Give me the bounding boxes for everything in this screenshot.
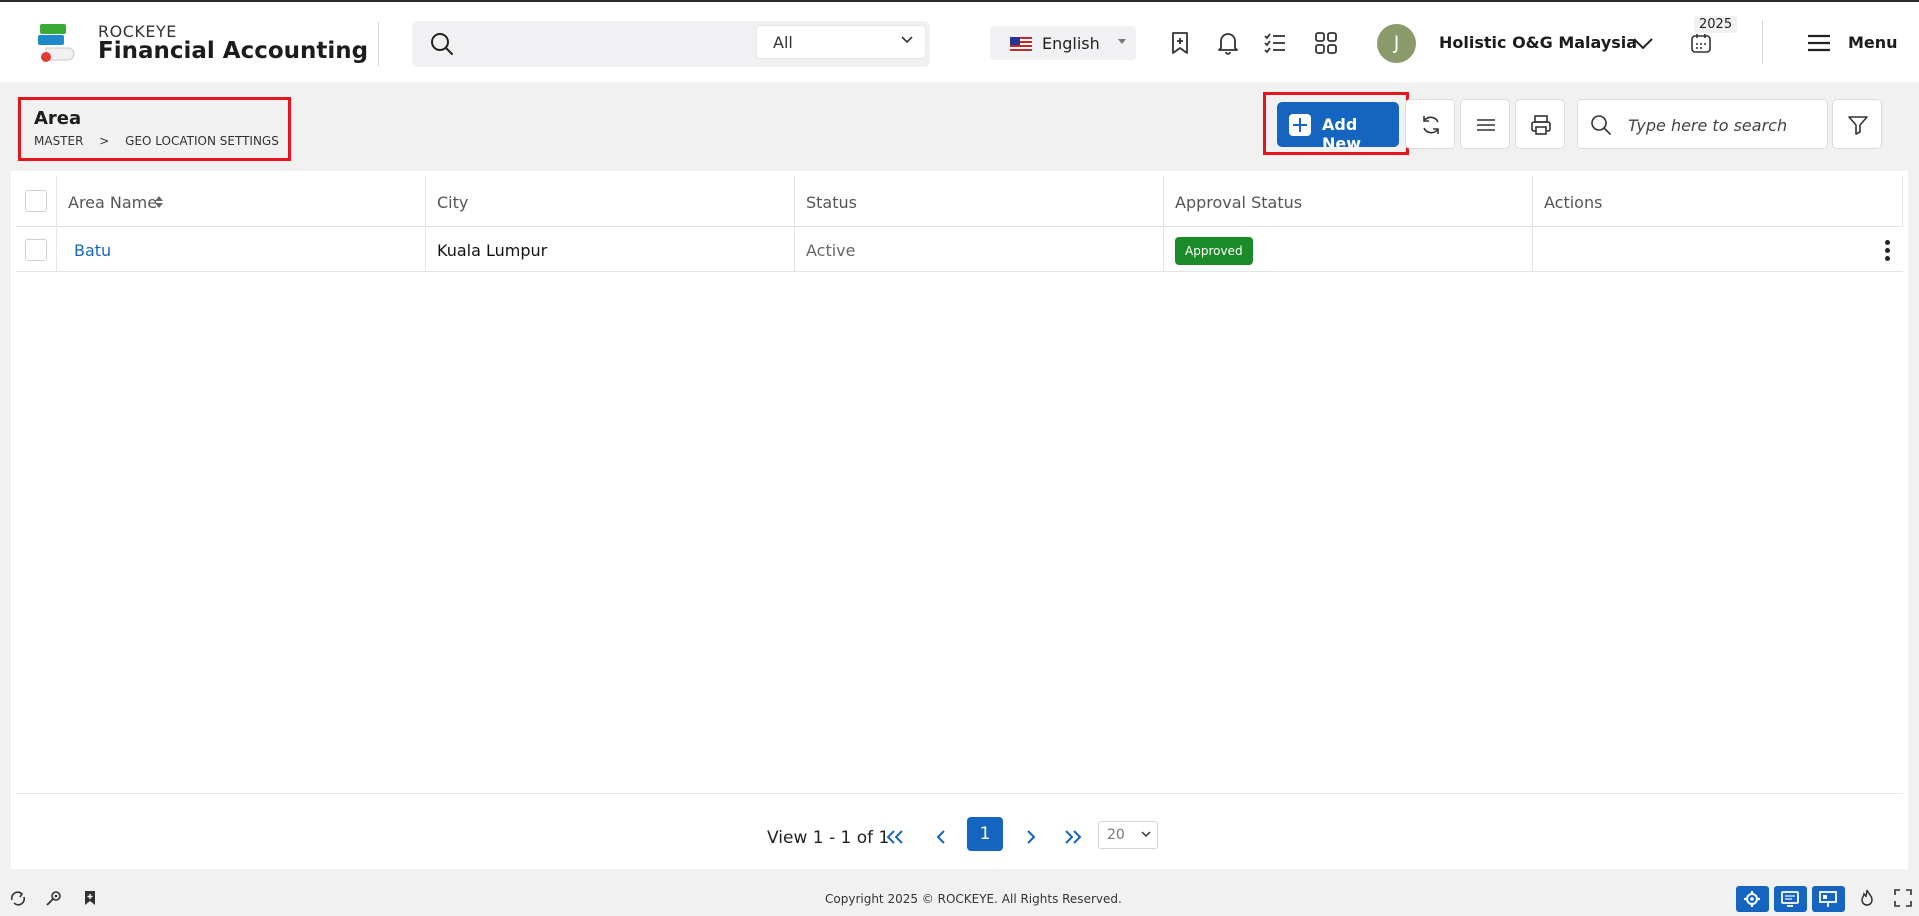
gear-icon [1744,891,1760,907]
column-label: Area Name [68,193,158,212]
search-icon [431,33,453,55]
row-select-cell [16,228,57,272]
chevron-down-icon[interactable] [1632,34,1654,52]
add-new-button[interactable]: Add New [1277,102,1399,153]
column-header-approval-status[interactable]: Approval Status [1164,176,1533,227]
search-icon [1591,115,1611,135]
pager-divider [16,793,1903,794]
column-label: Actions [1544,193,1603,212]
caret-down-icon [1118,39,1126,44]
refresh-icon [1423,116,1439,134]
us-flag-icon [1010,37,1032,52]
page-heading: Area MASTER > GEO LOCATION SETTINGS [18,97,291,161]
header-divider [1762,20,1763,64]
top-header: ROCKEYE Financial Accounting All English [0,0,1919,82]
column-label: Approval Status [1175,193,1303,212]
area-name-link[interactable]: Batu [74,241,111,260]
monitor-icon [1781,891,1799,907]
display-button[interactable] [1774,886,1807,912]
select-all-cell [16,176,57,227]
column-header-actions: Actions [1533,176,1903,227]
breadcrumb-master[interactable]: MASTER [34,134,83,148]
column-header-status[interactable]: Status [795,176,1164,227]
breadcrumb: MASTER > GEO LOCATION SETTINGS [34,134,291,148]
cell-area-name: Batu [57,228,426,272]
header-divider [378,22,379,66]
column-header-area-name[interactable]: Area Name [57,176,426,227]
printer-icon [1531,115,1551,135]
table-search[interactable] [1577,99,1828,149]
pagination-info: View 1 - 1 of 1 [767,828,890,848]
refresh-button[interactable] [1405,99,1455,149]
hamburger-icon [1808,34,1830,52]
main-menu-button[interactable]: Menu [1806,30,1906,56]
bell-icon[interactable] [1215,30,1241,56]
language-select[interactable]: English [990,26,1136,60]
column-header-city[interactable]: City [426,176,795,227]
cell-actions [1533,228,1903,272]
status-value: Active [806,241,856,260]
apps-grid-icon[interactable] [1313,30,1339,56]
print-button[interactable] [1515,99,1565,149]
status-badge: Approved [1175,237,1253,265]
column-label: Status [806,193,857,212]
filter-button[interactable] [1832,99,1882,149]
tasks-icon[interactable] [1262,30,1288,56]
first-page-icon[interactable] [883,826,907,848]
columns-menu-icon [1477,119,1495,131]
cell-approval-status: Approved [1164,228,1533,272]
page-size-select[interactable]: 20 [1098,821,1158,849]
table-search-input[interactable] [1628,112,1818,138]
bookmark-icon[interactable] [80,888,100,908]
chevron-down-icon [901,36,913,44]
footer: Copyright 2025 © ROCKEYE. All Rights Res… [0,882,1919,916]
columns-menu-button[interactable] [1460,99,1510,149]
pagination: View 1 - 1 of 1 1 20 [11,816,1908,856]
page-title: Area [34,108,82,129]
select-all-checkbox[interactable] [25,190,47,212]
plus-icon [1289,114,1311,136]
bookmark-add-icon[interactable] [1167,30,1193,56]
breadcrumb-separator: > [99,134,110,148]
copyright-text: Copyright 2025 © ROCKEYE. All Rights Res… [825,892,1122,906]
settings-link-icon[interactable] [44,888,64,908]
fire-icon[interactable] [1857,888,1877,908]
table-header: Area Name City Status Approval Status Ac… [16,176,1903,227]
company-name[interactable]: Holistic O&G Malaysia [1439,33,1637,52]
fiscal-year-badge: 2025 [1694,16,1738,33]
menu-label: Menu [1848,33,1898,52]
chevron-down-icon [1141,831,1151,838]
presentation-button[interactable] [1812,886,1845,912]
city-value: Kuala Lumpur [437,241,548,260]
filter-icon [1848,116,1868,135]
table-row: Batu Kuala Lumpur Active Approved [16,228,1903,272]
last-page-icon[interactable] [1061,826,1085,848]
kebab-menu-icon[interactable] [1885,240,1891,262]
app-title: Financial Accounting [98,38,369,64]
breadcrumb-geo-location-settings[interactable]: GEO LOCATION SETTINGS [125,134,279,148]
user-avatar[interactable]: J [1377,24,1416,63]
previous-page-icon[interactable] [929,826,953,848]
language-label: English [1042,34,1100,53]
page-number-current[interactable]: 1 [967,817,1003,851]
column-label: City [437,193,469,212]
fullscreen-icon[interactable] [1893,888,1913,908]
cell-status: Active [795,228,1164,272]
page-size-value: 20 [1107,827,1125,843]
presentation-icon [1819,891,1837,907]
recycle-icon[interactable] [8,888,28,908]
sort-icon[interactable] [154,195,164,209]
calendar-icon[interactable] [1690,32,1712,54]
table-panel: Area Name City Status Approval Status Ac… [11,171,1908,869]
settings-button[interactable] [1736,886,1769,912]
app-logo [38,24,75,62]
cell-city: Kuala Lumpur [426,228,795,272]
global-search[interactable]: All [412,21,930,67]
next-page-icon[interactable] [1019,826,1043,848]
search-scope-select[interactable]: All [756,25,926,59]
row-checkbox[interactable] [25,239,47,261]
add-new-label: Add New [1322,115,1362,153]
search-scope-value: All [773,33,793,52]
